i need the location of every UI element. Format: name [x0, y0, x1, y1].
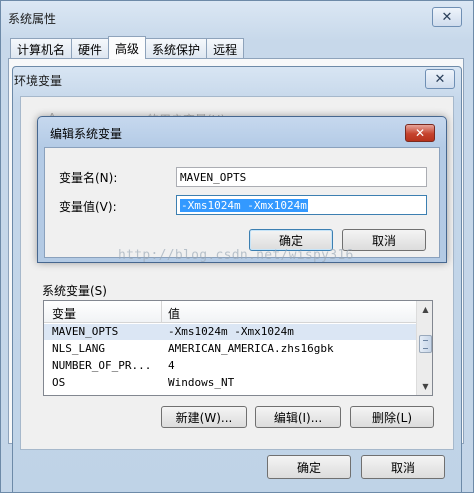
close-icon: ✕	[434, 71, 446, 87]
environment-variables-close-button[interactable]: ✕	[425, 69, 455, 89]
system-variables-table[interactable]: 变量 值 MAVEN_OPTS -Xms1024m -Xmx1024m NLS_…	[43, 300, 433, 396]
variable-value-label: 变量值(V):	[59, 200, 117, 214]
column-header-value[interactable]: 值	[168, 305, 180, 322]
scroll-up-icon[interactable]: ▲	[417, 301, 432, 318]
row-variable-value: AMERICAN_AMERICA.zhs16gbk	[168, 342, 334, 355]
scroll-down-icon[interactable]: ▼	[417, 378, 432, 395]
table-row[interactable]: OS Windows_NT	[44, 375, 416, 391]
system-properties-title: 系统属性	[8, 12, 57, 26]
column-divider	[161, 301, 162, 323]
delete-variable-button[interactable]: 删除(L)	[350, 406, 434, 428]
tab-advanced[interactable]: 高级	[108, 36, 147, 59]
new-variable-button[interactable]: 新建(W)...	[161, 406, 247, 428]
row-variable-value: 4	[168, 359, 175, 372]
row-variable-name: OS	[52, 376, 66, 389]
system-properties-close-button[interactable]: ✕	[432, 7, 462, 27]
watermark: http://blog.csdn.net/wispy316	[118, 248, 354, 263]
tab-remote[interactable]: 远程	[206, 38, 245, 59]
row-variable-value: Windows_NT	[168, 376, 235, 389]
row-variable-name: NLS_LANG	[52, 342, 105, 355]
row-variable-name: NUMBER_OF_PR...	[52, 359, 152, 372]
table-scrollbar[interactable]: ▲ ▼	[416, 301, 432, 395]
system-properties-cancel-button[interactable]: 取消	[361, 455, 445, 479]
tab-system-protection[interactable]: 系统保护	[145, 38, 208, 59]
variable-value-field[interactable]: -Xms1024m -Xmx1024m	[176, 195, 427, 215]
table-row[interactable]: NUMBER_OF_PR... 4	[44, 358, 416, 374]
table-row[interactable]: MAVEN_OPTS -Xms1024m -Xmx1024m	[44, 324, 416, 340]
row-variable-name: MAVEN_OPTS	[52, 325, 119, 338]
system-properties-ok-button[interactable]: 确定	[267, 455, 351, 479]
column-header-variable[interactable]: 变量	[52, 305, 76, 322]
system-properties-tabs: 计算机名 硬件 高级 系统保护 远程	[10, 36, 245, 59]
close-icon: ✕	[414, 126, 426, 140]
scrollbar-thumb[interactable]	[419, 335, 432, 353]
tab-computer-name[interactable]: 计算机名	[10, 38, 73, 59]
edit-dialog-cancel-button[interactable]: 取消	[342, 229, 426, 251]
close-icon: ✕	[441, 9, 453, 25]
environment-variables-title: 环境变量	[14, 74, 63, 88]
variable-value-selected-text: -Xms1024m -Xmx1024m	[180, 198, 308, 212]
edit-dialog-close-button[interactable]: ✕	[405, 124, 435, 142]
variable-name-label: 变量名(N):	[59, 171, 118, 185]
edit-system-variable-title: 编辑系统变量	[50, 127, 123, 141]
system-variables-label: 系统变量(S)	[42, 284, 107, 298]
variable-name-field[interactable]: MAVEN_OPTS	[176, 167, 427, 187]
row-variable-value: -Xms1024m -Xmx1024m	[168, 325, 294, 338]
tab-hardware[interactable]: 硬件	[71, 38, 110, 59]
table-row[interactable]: NLS_LANG AMERICAN_AMERICA.zhs16gbk	[44, 341, 416, 357]
edit-variable-button[interactable]: 编辑(I)...	[255, 406, 341, 428]
table-header: 变量 值	[44, 301, 416, 323]
